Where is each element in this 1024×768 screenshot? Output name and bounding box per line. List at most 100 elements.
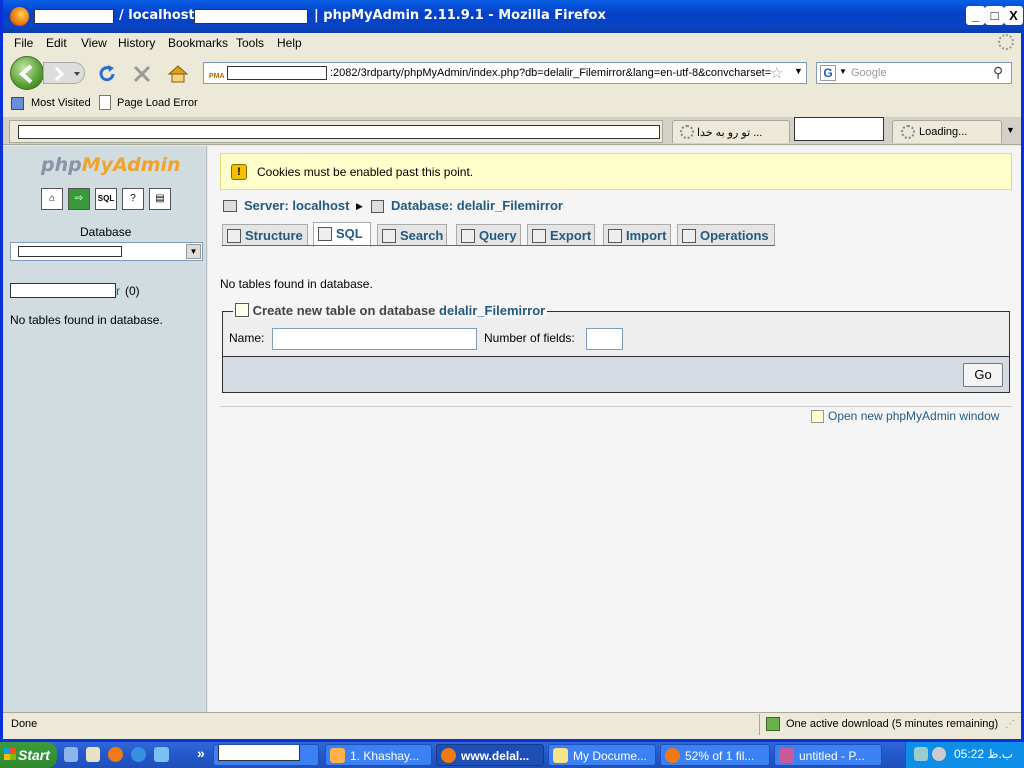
navigation-panel: phpMyAdmin ⌂ ⇨ SQL ? ▤ Database ▼ r (0) … — [3, 146, 207, 712]
pma-favicon: PMA — [209, 73, 225, 80]
operations-icon — [682, 229, 696, 243]
resize-grip-icon[interactable]: ⋰ — [1005, 719, 1015, 730]
breadcrumb-separator-icon: ▶ — [356, 201, 363, 211]
taskbar-button[interactable]: My Docume... — [548, 744, 656, 766]
notice-text: Cookies must be enabled past this point. — [257, 165, 474, 179]
tray-icon[interactable] — [932, 747, 946, 761]
system-tray: 05:22 ب.ظ — [905, 742, 1024, 768]
quicklaunch-icon[interactable] — [86, 747, 100, 762]
forward-button[interactable] — [43, 62, 85, 84]
taskbar: Start » 1. Khashay... www.delal... My Do… — [0, 742, 1024, 768]
bookmark-most-visited[interactable]: Most Visited — [31, 97, 91, 109]
num-fields-input[interactable] — [586, 328, 623, 350]
firefox-icon — [441, 748, 456, 763]
url-dropdown-icon[interactable]: ▼ — [794, 66, 803, 76]
minimize-button[interactable]: _ — [966, 6, 985, 25]
loading-icon — [901, 125, 915, 139]
search-icon[interactable]: ⚲ — [993, 64, 1003, 81]
redacted-taskbar-label — [218, 745, 300, 761]
menu-bookmarks[interactable]: Bookmarks — [168, 36, 228, 50]
tab-operations[interactable]: Operations — [677, 224, 775, 246]
google-icon[interactable]: G — [820, 65, 836, 81]
chevron-right-icon[interactable]: » — [197, 745, 205, 761]
home-icon[interactable] — [167, 63, 189, 85]
menu-view[interactable]: View — [81, 36, 107, 50]
tab-group — [9, 120, 663, 143]
sql-icon — [318, 227, 332, 241]
folder-icon — [553, 748, 568, 763]
warning-icon: ! — [231, 164, 247, 180]
db-table-count: (0) — [125, 284, 140, 298]
phpmyadmin-logo[interactable]: phpMyAdmin — [41, 154, 181, 176]
tab-structure[interactable]: Structure — [222, 224, 308, 246]
ie-quicklaunch-icon[interactable] — [131, 747, 146, 762]
reload-icon[interactable] — [96, 63, 118, 85]
menu-edit[interactable]: Edit — [46, 36, 67, 50]
home-icon[interactable]: ⌂ — [41, 188, 63, 210]
cookie-notice: ! Cookies must be enabled past this poin… — [220, 153, 1012, 190]
main-content: ! Cookies must be enabled past this poin… — [208, 146, 1021, 712]
divider — [220, 406, 1012, 407]
download-status[interactable]: One active download (5 minutes remaining… — [759, 714, 999, 735]
db-link-suffix[interactable]: r — [116, 284, 120, 298]
redacted-db-link[interactable] — [10, 283, 116, 298]
network-icon[interactable] — [914, 747, 928, 761]
taskbar-button[interactable]: 52% of 1 fil... — [660, 744, 770, 766]
menu-help[interactable]: Help — [277, 36, 302, 50]
breadcrumb-database[interactable]: Database: delalir_Filemirror — [391, 198, 563, 213]
taskbar-button[interactable]: 1. Khashay... — [325, 744, 432, 766]
title-bar: / localhost / | phpMyAdmin 2.11.9.1 - Mo… — [3, 0, 1024, 33]
menu-tools[interactable]: Tools — [236, 36, 264, 50]
maximize-button[interactable]: □ — [985, 6, 1004, 25]
tab-sql[interactable]: SQL — [313, 222, 371, 247]
database-select[interactable]: ▼ — [10, 242, 203, 261]
quicklaunch-icon[interactable] — [154, 747, 169, 762]
address-url[interactable]: :2082/3rdparty/phpMyAdmin/index.php?db=d… — [330, 67, 790, 79]
breadcrumb-server[interactable]: Server: localhost — [244, 198, 350, 213]
tab-list-dropdown-icon[interactable]: ▼ — [1006, 125, 1015, 135]
star-icon[interactable]: ☆ — [770, 64, 783, 82]
menu-history[interactable]: History — [118, 36, 155, 50]
page-icon — [99, 95, 111, 110]
pencil-icon — [330, 748, 345, 763]
tab-search[interactable]: Search — [377, 224, 447, 246]
tab-query[interactable]: Query — [456, 224, 521, 246]
exit-icon[interactable]: ⇨ — [68, 188, 90, 210]
table-name-input[interactable] — [272, 328, 477, 350]
taskbar-button[interactable]: untitled - P... — [774, 744, 882, 766]
close-button[interactable]: X — [1004, 6, 1023, 25]
quicklaunch-icon[interactable] — [64, 747, 78, 762]
stop-icon[interactable] — [131, 63, 153, 85]
search-box[interactable]: G ▼ Google ⚲ — [816, 62, 1012, 84]
start-button[interactable]: Start — [0, 742, 57, 768]
structure-icon — [227, 229, 241, 243]
help-icon[interactable]: ? — [122, 188, 144, 210]
bookmark-page-load-error[interactable]: Page Load Error — [117, 97, 198, 109]
redacted-active-tab[interactable] — [794, 117, 884, 141]
import-icon — [608, 229, 622, 243]
menu-file[interactable]: File — [14, 36, 33, 50]
status-text: Done — [11, 718, 38, 730]
throbber-icon — [998, 34, 1014, 50]
engine-dropdown-icon[interactable]: ▼ — [839, 67, 847, 76]
docs-icon[interactable]: ▤ — [149, 188, 171, 210]
sidebar-no-tables: No tables found in database. — [10, 313, 163, 327]
create-table-fieldset: Create new table on database delalir_Fil… — [222, 303, 1010, 393]
chevron-down-icon[interactable]: ▼ — [186, 244, 201, 259]
sql-query-icon[interactable]: SQL — [95, 188, 117, 210]
tab-import[interactable]: Import — [603, 224, 671, 246]
firefox-icon — [665, 748, 680, 763]
go-button[interactable]: Go — [963, 363, 1003, 387]
taskbar-button-active[interactable]: www.delal... — [436, 744, 544, 766]
fieldset-legend: Create new table on database delalir_Fil… — [233, 303, 548, 318]
taskbar-button-redacted[interactable] — [213, 744, 319, 766]
back-button[interactable] — [10, 56, 44, 90]
tab-farsi[interactable]: تو رو به خدا ... — [672, 120, 790, 143]
address-bar[interactable]: PMA :2082/3rdparty/phpMyAdmin/index.php?… — [203, 62, 807, 84]
tab-export[interactable]: Export — [527, 224, 595, 246]
firefox-quicklaunch-icon[interactable] — [108, 747, 123, 762]
tab-loading[interactable]: Loading... — [892, 120, 1002, 143]
menu-bar: File Edit View History Bookmarks Tools H… — [3, 33, 1021, 53]
open-new-window-link[interactable]: Open new phpMyAdmin window — [828, 409, 999, 423]
most-visited-icon — [11, 97, 24, 110]
